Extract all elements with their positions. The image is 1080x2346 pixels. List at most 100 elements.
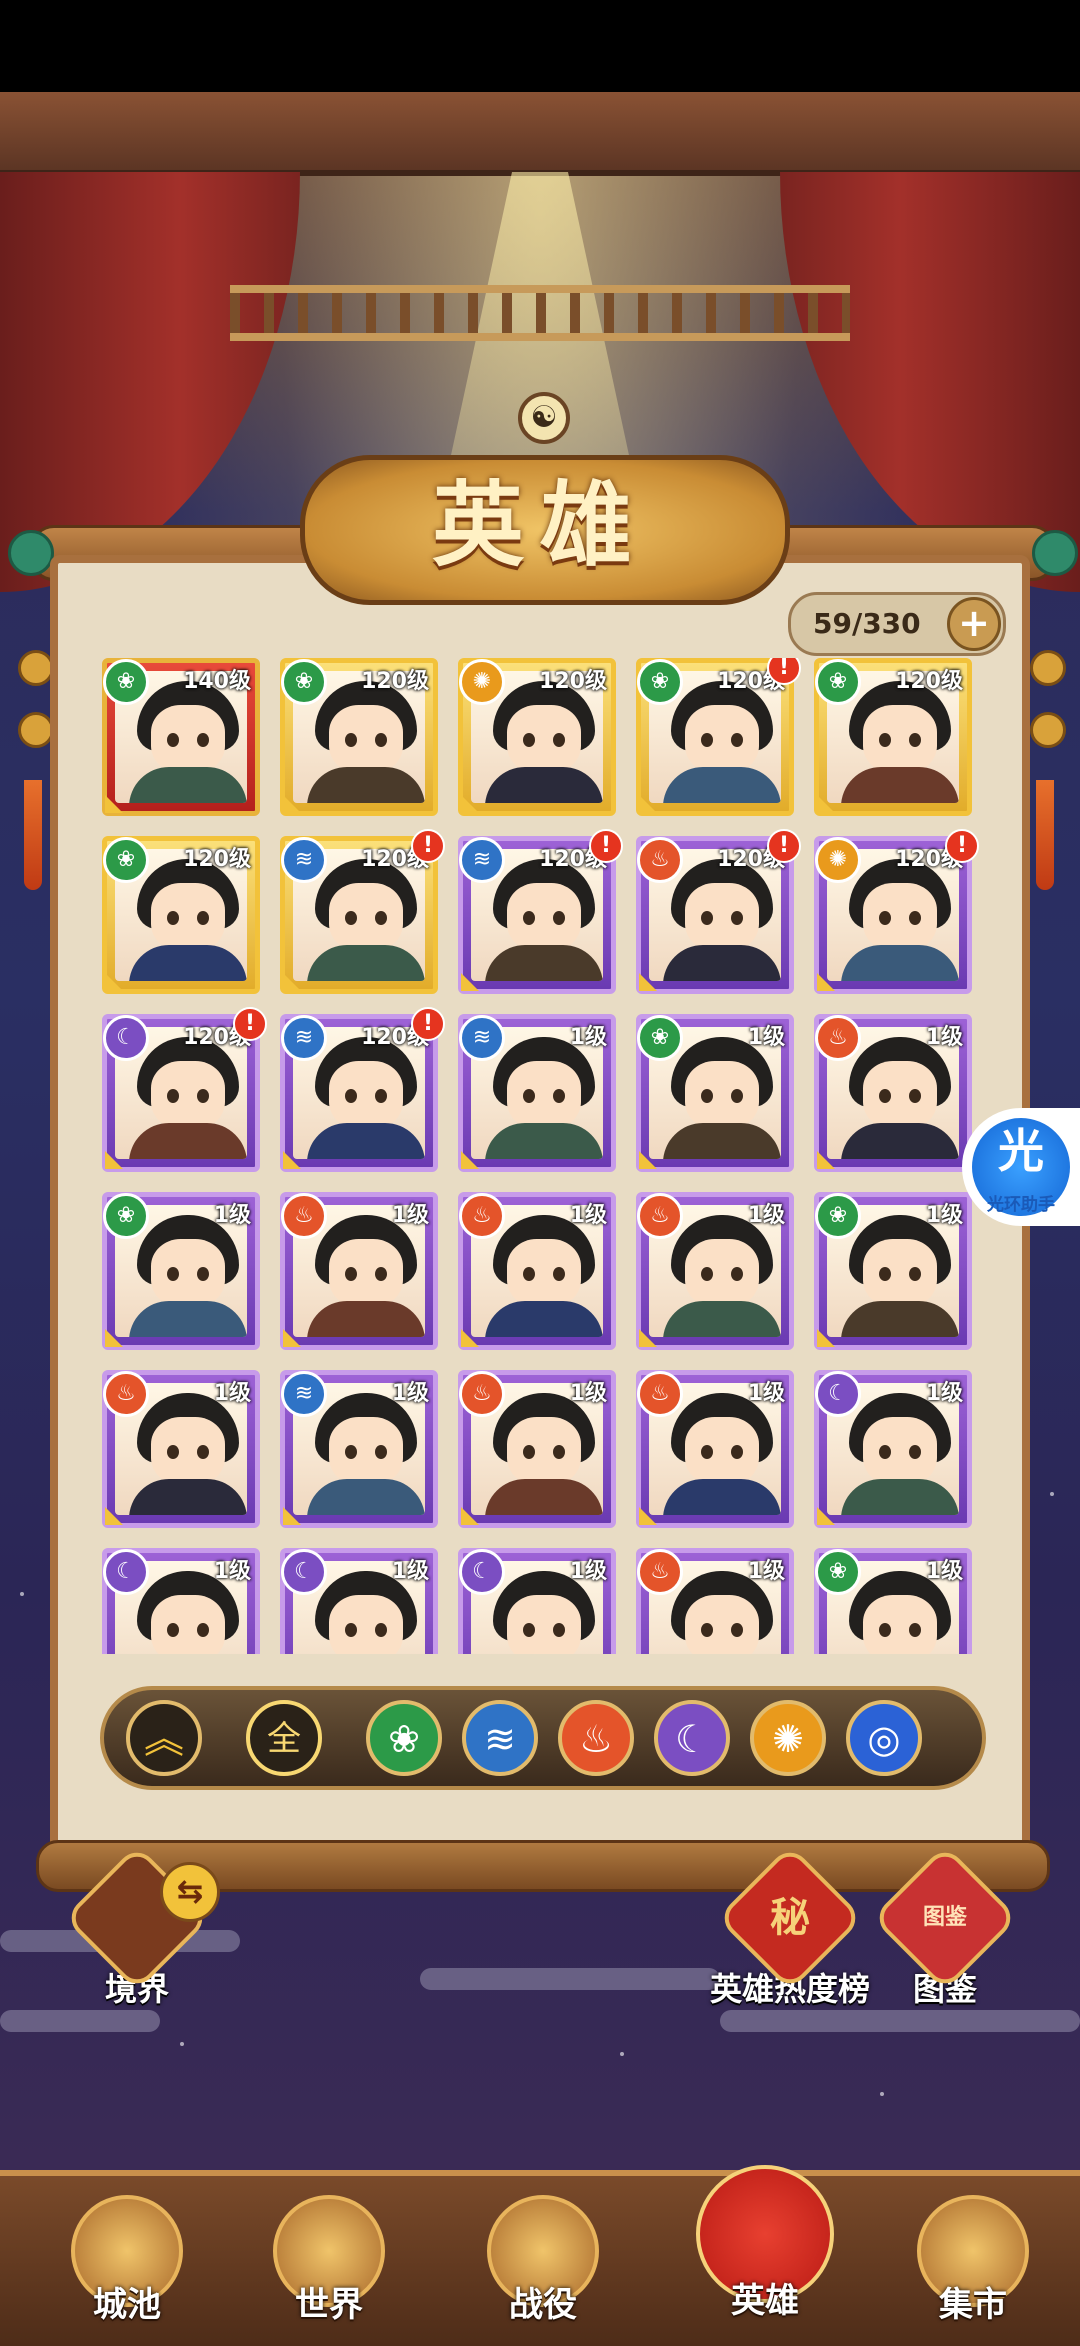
nav-label: 城池 — [93, 2285, 161, 2325]
wood-element-icon: ❀ — [281, 659, 327, 705]
hero-level: 1级 — [213, 1559, 251, 1584]
hero-level: 120级 — [895, 669, 963, 694]
wood-element-icon: ❀ — [637, 659, 683, 705]
hero-card[interactable]: ♨ 1级 — [814, 1014, 972, 1172]
nav-crossed-swords[interactable]: 战役 — [468, 2195, 618, 2326]
fire-element-icon: ♨ — [637, 1549, 683, 1595]
hero-card[interactable]: ≋ 1级 — [280, 1370, 438, 1528]
filter-sun-icon[interactable]: ✺ — [750, 1700, 826, 1776]
hero-card[interactable]: ❀ 120级 — [814, 658, 972, 816]
hero-card[interactable]: ♨ 1级 — [280, 1192, 438, 1350]
hero-card[interactable]: ✺ 120级 — [458, 658, 616, 816]
hero-card[interactable]: ♨ 1级 — [636, 1370, 794, 1528]
hero-level: 1级 — [925, 1381, 963, 1406]
nav-hero[interactable]: 英雄 — [690, 2165, 840, 2322]
water-element-icon: ≋ — [281, 837, 327, 883]
filter-all-button[interactable]: 全 — [246, 1700, 322, 1776]
nav-market[interactable]: 集市 — [898, 2195, 1048, 2326]
hero-level: 1级 — [569, 1203, 607, 1228]
codex-button[interactable]: 图鉴 图鉴 — [871, 1844, 1019, 2010]
hero-card[interactable]: ❀ 120级 — [102, 836, 260, 994]
alert-icon: ! — [233, 1007, 267, 1041]
hero-card[interactable]: ✺ 120级! — [814, 829, 979, 994]
hero-card[interactable]: ❀ 1级 — [814, 1548, 972, 1654]
nav-label: 世界 — [295, 2285, 363, 2325]
fire-element-icon: ♨ — [637, 837, 683, 883]
hero-level: 1级 — [925, 1203, 963, 1228]
hero-card[interactable]: ☾ 120级! — [102, 1007, 267, 1172]
alert-icon: ! — [589, 829, 623, 863]
hero-card[interactable]: ≋ 1级 — [458, 1014, 616, 1172]
hero-card[interactable]: ≋ 120级! — [458, 829, 623, 994]
hero-card[interactable]: ≋ 120级! — [280, 829, 445, 994]
nav-label: 集市 — [939, 2285, 1007, 2325]
hero-level: 1级 — [747, 1203, 785, 1228]
hero-count: 59/330 — [813, 607, 921, 640]
scroll-knob-left — [8, 530, 54, 576]
nav-label: 战役 — [509, 2285, 577, 2325]
hero-card[interactable]: ☾ 1级 — [458, 1548, 616, 1654]
hero-card[interactable]: ♨ 1级 — [458, 1370, 616, 1528]
alert-icon: ! — [767, 829, 801, 863]
moon-element-icon: ☾ — [459, 1549, 505, 1595]
hero-card[interactable]: ❀ 1级 — [636, 1014, 794, 1172]
alert-icon: ! — [411, 829, 445, 863]
hero-level: 1级 — [925, 1025, 963, 1050]
hero-card[interactable]: ❀ 120级! — [636, 658, 801, 816]
hero-card[interactable]: ☾ 1级 — [814, 1370, 972, 1528]
hero-popularity-button[interactable]: 秘 英雄热度榜 — [700, 1844, 880, 2010]
wood-element-icon: ❀ — [637, 1015, 683, 1061]
scroll-knob-right — [1032, 530, 1078, 576]
filter-vortex-icon[interactable]: ◎ — [846, 1700, 922, 1776]
double-chevron-up-icon[interactable]: ︽ — [126, 1700, 202, 1776]
filter-water-icon[interactable]: ≋ — [462, 1700, 538, 1776]
sun-element-icon: ✺ — [815, 837, 861, 883]
nav-label: 英雄 — [731, 2281, 799, 2321]
wood-element-icon: ❀ — [815, 1549, 861, 1595]
hero-card[interactable]: ❀ 120级 — [280, 658, 438, 816]
alert-icon: ! — [945, 829, 979, 863]
hero-card[interactable]: ❀ 1级 — [814, 1192, 972, 1350]
hero-grid: ❀ 140级 ❀ 120级 ✺ 120级 ❀ 120级! ❀ 120级 ❀ 120级 ≋ 120级! ≋ 12… — [102, 658, 982, 1654]
hero-card[interactable]: ♨ 120级! — [636, 829, 801, 994]
hero-level: 1级 — [747, 1559, 785, 1584]
fire-element-icon: ♨ — [103, 1371, 149, 1417]
nav-castle[interactable]: 城池 — [52, 2195, 202, 2326]
hero-level: 1级 — [213, 1203, 251, 1228]
hero-level: 1级 — [391, 1203, 429, 1228]
plus-icon[interactable]: + — [947, 597, 1001, 651]
hero-card[interactable]: ♨ 1级 — [636, 1548, 794, 1654]
hero-level: 1级 — [925, 1559, 963, 1584]
hero-card[interactable]: ☾ 1级 — [280, 1548, 438, 1654]
swap-icon[interactable]: ⇆ — [160, 1862, 220, 1922]
status-bar — [0, 0, 1080, 92]
hero-level: 120级 — [361, 669, 429, 694]
tassel-right — [1036, 780, 1054, 890]
wood-element-icon: ❀ — [815, 659, 861, 705]
hero-level: 1级 — [391, 1559, 429, 1584]
water-element-icon: ≋ — [459, 1015, 505, 1061]
hero-card[interactable]: ♨ 1级 — [458, 1192, 616, 1350]
hero-level: 1级 — [569, 1381, 607, 1406]
hero-card[interactable]: ♨ 1级 — [636, 1192, 794, 1350]
wood-element-icon: ❀ — [103, 659, 149, 705]
filter-fire-icon[interactable]: ♨ — [558, 1700, 634, 1776]
stage-railing — [230, 285, 850, 341]
hero-level: 1级 — [391, 1381, 429, 1406]
hero-card[interactable]: ❀ 1级 — [102, 1192, 260, 1350]
nav-mountain[interactable]: 世界 — [254, 2195, 404, 2326]
hero-level: 1级 — [569, 1559, 607, 1584]
alert-icon: ! — [411, 1007, 445, 1041]
hero-level: 140级 — [183, 669, 251, 694]
filter-wood-icon[interactable]: ❀ — [366, 1700, 442, 1776]
hero-card[interactable]: ☾ 1级 — [102, 1548, 260, 1654]
filter-moon-icon[interactable]: ☾ — [654, 1700, 730, 1776]
hero-card[interactable]: ≋ 120级! — [280, 1007, 445, 1172]
fire-element-icon: ♨ — [459, 1371, 505, 1417]
water-element-icon: ≋ — [281, 1015, 327, 1061]
hero-card[interactable]: ♨ 1级 — [102, 1370, 260, 1528]
hero-level: 1级 — [569, 1025, 607, 1050]
hero-card[interactable]: ❀ 140级 — [102, 658, 260, 816]
yinyang-icon: ☯ — [518, 392, 570, 444]
moon-element-icon: ☾ — [815, 1371, 861, 1417]
